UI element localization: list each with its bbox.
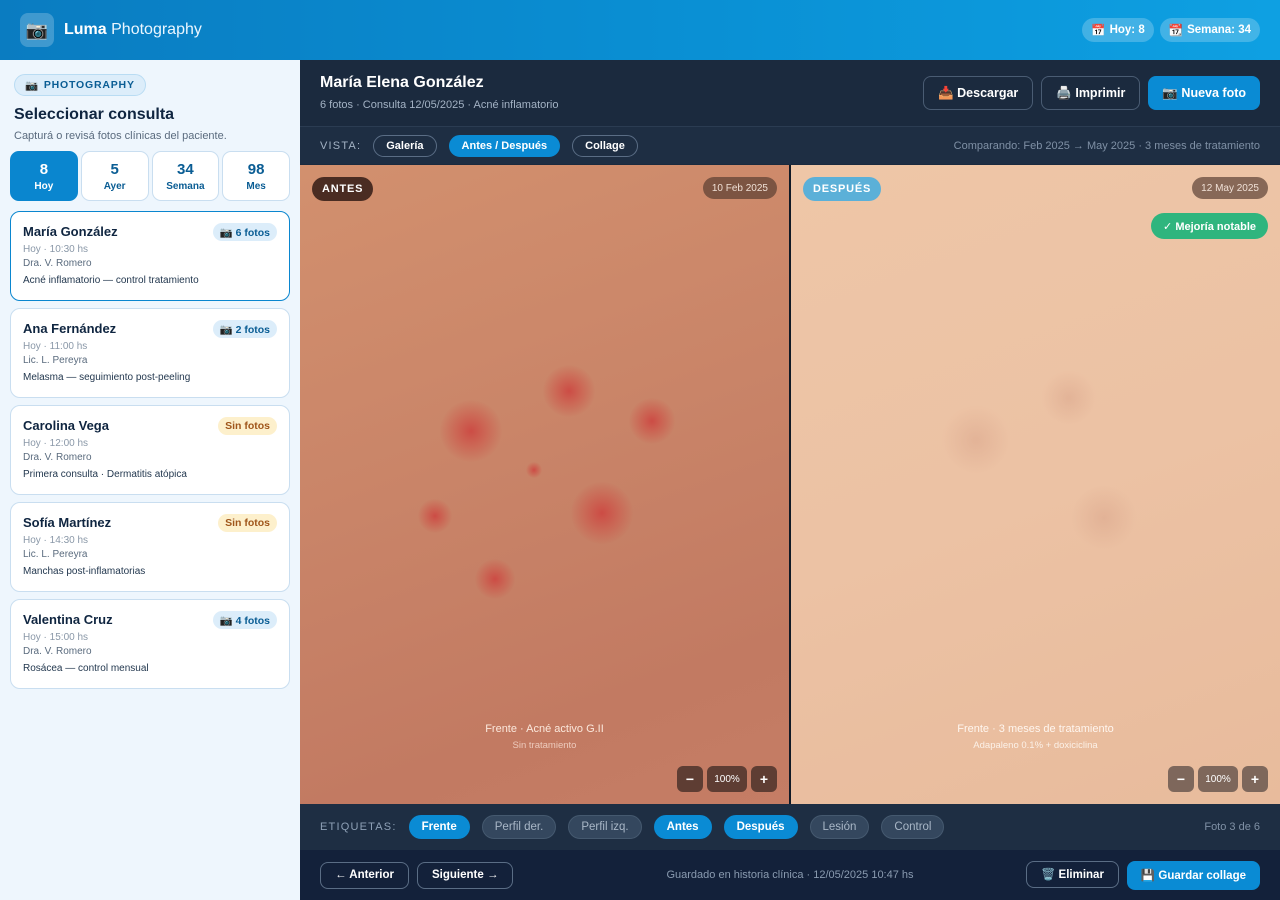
tag-lesion[interactable]: Lesión [809, 815, 870, 839]
zoom-out-button[interactable]: − [677, 766, 703, 792]
patient-card[interactable]: Carolina Vega Sin fotos Hoy · 12:00 hs D… [10, 405, 290, 495]
lesion-mark [475, 559, 515, 599]
patient-list: María González 📷 6 fotos Hoy · 10:30 hs … [10, 211, 290, 689]
today-count-badge: 📅 Hoy: 8 [1082, 18, 1154, 42]
patient-time: Hoy · 14:30 hs [23, 535, 89, 546]
after-photo[interactable]: DESPUÉS 12 May 2025 ✓ Mejoría notable Fr… [791, 165, 1280, 804]
app-title: Luma Photography [64, 21, 202, 38]
calendar-icon: 📆 [1168, 25, 1184, 37]
lesion-mark [571, 482, 633, 544]
tag-despues[interactable]: Después [723, 815, 798, 839]
after-caption: Frente · 3 meses de tratamiento [957, 723, 1114, 735]
patient-card[interactable]: Ana Fernández 📷 2 fotos Hoy · 11:00 hs L… [10, 308, 290, 398]
sidebar-subtitle: Capturá o revisá fotos clínicas del paci… [14, 130, 227, 142]
top-bar: 📷 Luma Photography 📅 Hoy: 8 📆 Semana: 34 [0, 0, 1280, 60]
faded-mark [1041, 370, 1097, 426]
zoom-level: 100% [1198, 766, 1238, 792]
previous-button[interactable]: ← Anterior [320, 861, 409, 889]
stat-week[interactable]: 34 Semana [151, 151, 220, 201]
tag-control[interactable]: Control [881, 815, 945, 839]
main-panel: María Elena González 6 fotos · Consulta … [300, 60, 1280, 900]
save-collage-button[interactable]: 💾 Guardar collage [1126, 860, 1260, 890]
patient-doctor: Lic. L. Pereyra [23, 549, 88, 560]
lesion-mark [418, 499, 452, 533]
next-button[interactable]: Siguiente → [417, 861, 514, 889]
patient-card[interactable]: Valentina Cruz 📷 4 fotos Hoy · 15:00 hs … [10, 599, 290, 689]
tag-frente[interactable]: Frente [408, 815, 470, 839]
new-photo-button[interactable]: 📷 Nueva foto [1148, 76, 1260, 110]
patient-note: Manchas post-inflamatorias [23, 566, 146, 577]
zoom-in-button[interactable]: + [751, 766, 777, 792]
camera-icon: 📷 [25, 79, 39, 92]
view-collage-button[interactable]: Collage [572, 134, 638, 157]
before-caption: Frente · Acné activo G.II [485, 723, 604, 735]
lesion-mark [543, 365, 595, 417]
sidebar-title: Seleccionar consulta [14, 106, 175, 123]
tag-perfil-izq[interactable]: Perfil izq. [568, 815, 642, 839]
before-caption-detail: Sin tratamiento [512, 740, 577, 751]
faded-mark [1071, 485, 1137, 551]
patient-doctor: Dra. V. Romero [23, 452, 92, 463]
before-date: 10 Feb 2025 [702, 177, 777, 199]
before-zoom-controls: − 100% + [677, 766, 777, 792]
camera-icon: 📷 [20, 13, 54, 47]
delete-button[interactable]: 🗑️ Eliminar [1026, 860, 1119, 888]
section-chip: 📷 PHOTOGRAPHY [14, 74, 146, 96]
photo-count-badge: 📷 4 fotos [212, 611, 277, 629]
zoom-level: 100% [707, 766, 747, 792]
view-label: VISTA: [320, 139, 362, 152]
no-photos-badge: Sin fotos [218, 514, 277, 532]
patient-doctor: Lic. L. Pereyra [23, 355, 88, 366]
patient-card[interactable]: Sofía Martínez Sin fotos Hoy · 14:30 hs … [10, 502, 290, 592]
patient-doctor: Dra. V. Romero [23, 646, 92, 657]
patient-header: María Elena González 6 fotos · Consulta … [300, 60, 1280, 126]
after-caption-detail: Adapaleno 0.1% + doxiciclina [973, 740, 1098, 751]
lesion-mark [629, 398, 675, 444]
faded-mark [941, 405, 1011, 475]
after-zoom-controls: − 100% + [1168, 766, 1268, 792]
patient-time: Hoy · 10:30 hs [23, 244, 89, 255]
stat-yesterday[interactable]: 5 Ayer [80, 151, 149, 201]
view-before-after-button[interactable]: Antes / Después [448, 134, 561, 157]
calendar-icon: 📅 [1091, 25, 1106, 37]
sidebar: 📷 PHOTOGRAPHY Seleccionar consulta Captu… [0, 60, 300, 900]
tags-label: ETIQUETAS: [320, 821, 397, 833]
footer-bar: ← Anterior Siguiente → Guardado en histo… [300, 850, 1280, 900]
tags-toolbar: ETIQUETAS: Frente Perfil der. Perfil izq… [300, 804, 1280, 850]
comparison-area: ANTES 10 Feb 2025 Frente · Acné activo G… [300, 165, 1280, 804]
view-toolbar: VISTA: Galería Antes / Después Collage C… [300, 126, 1280, 164]
stats-row: 8 Hoy 5 Ayer 34 Semana 98 Mes [10, 151, 290, 201]
patient-note: Rosácea — control mensual [23, 663, 149, 674]
stat-today[interactable]: 8 Hoy [10, 151, 78, 201]
patient-note: Primera consulta · Dermatitis atópica [23, 469, 187, 480]
no-photos-badge: Sin fotos [218, 417, 277, 435]
week-count-badge: 📆 Semana: 34 [1159, 18, 1260, 42]
patient-time: Hoy · 11:00 hs [23, 341, 88, 352]
improvement-badge: ✓ Mejoría notable [1151, 213, 1268, 239]
download-button[interactable]: 📥 Descargar [923, 76, 1034, 110]
print-button[interactable]: 🖨️ Imprimir [1041, 76, 1141, 110]
comparison-info: Comparando: Feb 2025 → May 2025 · 3 mese… [953, 139, 1260, 152]
patient-doctor: Dra. V. Romero [23, 258, 92, 269]
photo-count-badge: 📷 6 fotos [212, 223, 277, 241]
patient-note: Melasma — seguimiento post-peeling [23, 372, 191, 383]
photo-count-badge: 📷 2 fotos [212, 320, 277, 338]
patient-time: Hoy · 12:00 hs [23, 438, 89, 449]
lesion-mark [440, 400, 502, 462]
photo-counter: Foto 3 de 6 [1204, 821, 1260, 833]
patient-note: Acné inflamatorio — control tratamiento [23, 275, 199, 286]
stat-month[interactable]: 98 Mes [222, 151, 290, 201]
before-photo[interactable]: ANTES 10 Feb 2025 Frente · Acné activo G… [300, 165, 789, 804]
lesion-mark [526, 462, 542, 478]
zoom-out-button[interactable]: − [1168, 766, 1194, 792]
view-gallery-button[interactable]: Galería [373, 134, 437, 157]
tag-antes[interactable]: Antes [653, 815, 712, 839]
patient-card[interactable]: María González 📷 6 fotos Hoy · 10:30 hs … [10, 211, 290, 301]
patient-time: Hoy · 15:00 hs [23, 632, 89, 643]
tag-perfil-der[interactable]: Perfil der. [481, 815, 557, 839]
zoom-in-button[interactable]: + [1242, 766, 1268, 792]
after-date: 12 May 2025 [1192, 177, 1268, 199]
after-tag: DESPUÉS [803, 177, 882, 201]
before-tag: ANTES [312, 177, 374, 201]
